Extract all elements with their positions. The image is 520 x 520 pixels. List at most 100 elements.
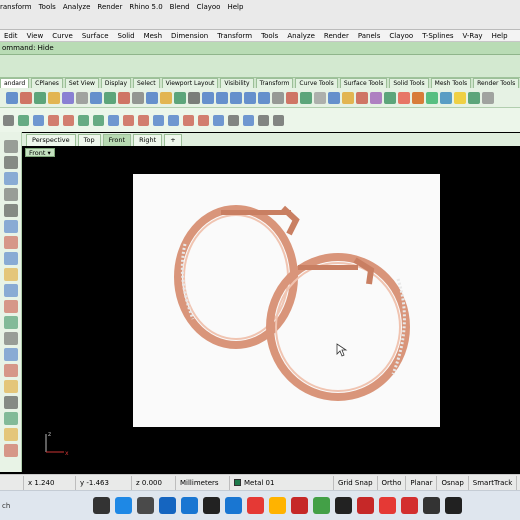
taskbar-search[interactable]: ch bbox=[0, 502, 90, 510]
status-toggle[interactable]: Ortho bbox=[378, 475, 407, 490]
toolbar-tool-icon[interactable] bbox=[342, 91, 354, 104]
taskbar-app-icon[interactable] bbox=[246, 497, 264, 514]
top-menu-item[interactable]: Clayoo bbox=[197, 3, 221, 11]
toolbar-tool-icon[interactable] bbox=[160, 91, 172, 104]
viewport-tab[interactable]: Perspective bbox=[26, 134, 76, 146]
left-tool-icon[interactable] bbox=[4, 220, 18, 233]
transform-tool-icon[interactable] bbox=[243, 114, 254, 126]
toolbar-tool-icon[interactable] bbox=[454, 91, 466, 104]
toolbar-tool-icon[interactable] bbox=[468, 91, 480, 104]
toolbar-tab[interactable]: Curve Tools bbox=[295, 78, 338, 88]
viewport-tab[interactable]: Right bbox=[133, 134, 163, 146]
taskbar-app-icon[interactable] bbox=[334, 497, 352, 514]
top-menu-item[interactable]: Analyze bbox=[63, 3, 91, 11]
taskbar-app-icon[interactable] bbox=[290, 497, 308, 514]
toolbar-tool-icon[interactable] bbox=[482, 91, 494, 104]
transform-tool-icon[interactable] bbox=[138, 114, 149, 126]
left-tool-icon[interactable] bbox=[4, 204, 18, 217]
add-viewport-tab[interactable]: + bbox=[164, 134, 182, 146]
toolbar-tool-icon[interactable] bbox=[272, 91, 284, 104]
toolbar-tool-icon[interactable] bbox=[216, 91, 228, 104]
toolbar-tool-icon[interactable] bbox=[104, 91, 116, 104]
toolbar-tool-icon[interactable] bbox=[48, 91, 60, 104]
toolbar-tab[interactable]: Mesh Tools bbox=[430, 78, 472, 88]
transform-tool-icon[interactable] bbox=[78, 114, 89, 126]
toolbar-tool-icon[interactable] bbox=[244, 91, 256, 104]
taskbar-app-icon[interactable] bbox=[268, 497, 286, 514]
main-menu-item[interactable]: T-Splines bbox=[422, 30, 453, 41]
toolbar-tab[interactable]: Surface Tools bbox=[339, 78, 388, 88]
main-menu-item[interactable]: Edit bbox=[4, 30, 18, 41]
left-tool-icon[interactable] bbox=[4, 188, 18, 201]
main-menu-item[interactable]: Render bbox=[324, 30, 349, 41]
toolbar-tab[interactable]: Transform bbox=[255, 78, 294, 88]
transform-tool-icon[interactable] bbox=[108, 114, 119, 126]
taskbar-app-icon[interactable] bbox=[444, 497, 462, 514]
main-menu-item[interactable]: Dimension bbox=[171, 30, 208, 41]
toolbar-tab[interactable]: Select bbox=[133, 78, 160, 88]
transform-tool-icon[interactable] bbox=[63, 114, 74, 126]
toolbar-tool-icon[interactable] bbox=[76, 91, 88, 104]
main-menu-item[interactable]: Solid bbox=[118, 30, 135, 41]
left-tool-icon[interactable] bbox=[4, 412, 18, 425]
toolbar-tool-icon[interactable] bbox=[202, 91, 214, 104]
transform-tool-icon[interactable] bbox=[48, 114, 59, 126]
taskbar-app-icon[interactable] bbox=[400, 497, 418, 514]
status-toggle[interactable]: Osnap bbox=[437, 475, 469, 490]
left-tool-icon[interactable] bbox=[4, 396, 18, 409]
main-menu-item[interactable]: Curve bbox=[52, 30, 73, 41]
left-tool-icon[interactable] bbox=[4, 284, 18, 297]
toolbar-tool-icon[interactable] bbox=[118, 91, 130, 104]
status-toggle[interactable]: SmartTrack bbox=[469, 475, 518, 490]
taskbar-app-icon[interactable] bbox=[158, 497, 176, 514]
main-menu-item[interactable]: Panels bbox=[358, 30, 381, 41]
transform-tool-icon[interactable] bbox=[228, 114, 239, 126]
transform-tool-icon[interactable] bbox=[273, 114, 284, 126]
toolbar-tab[interactable]: Render Tools bbox=[473, 78, 520, 88]
status-toggle[interactable]: Planar bbox=[406, 475, 438, 490]
top-menu-item[interactable]: ransform bbox=[0, 3, 32, 11]
toolbar-tool-icon[interactable] bbox=[62, 91, 74, 104]
status-layer[interactable]: Metal 01 bbox=[230, 475, 334, 490]
left-tool-icon[interactable] bbox=[4, 140, 18, 153]
main-menu-item[interactable]: Surface bbox=[82, 30, 109, 41]
toolbar-tool-icon[interactable] bbox=[384, 91, 396, 104]
viewport-title[interactable]: Front ▾ bbox=[25, 148, 55, 157]
toolbar-tool-icon[interactable] bbox=[398, 91, 410, 104]
taskbar-app-icon[interactable] bbox=[180, 497, 198, 514]
transform-tool-icon[interactable] bbox=[213, 114, 224, 126]
taskbar-app-icon[interactable] bbox=[136, 497, 154, 514]
left-tool-icon[interactable] bbox=[4, 268, 18, 281]
top-menu-item[interactable]: Rhino 5.0 bbox=[129, 3, 162, 11]
transform-tool-icon[interactable] bbox=[33, 114, 44, 126]
taskbar-app-icon[interactable] bbox=[378, 497, 396, 514]
transform-tool-icon[interactable] bbox=[198, 114, 209, 126]
left-tool-icon[interactable] bbox=[4, 332, 18, 345]
transform-tool-icon[interactable] bbox=[258, 114, 269, 126]
toolbar-tool-icon[interactable] bbox=[314, 91, 326, 104]
taskbar-app-icon[interactable] bbox=[92, 497, 110, 514]
top-menu-item[interactable]: Help bbox=[227, 3, 243, 11]
toolbar-tool-icon[interactable] bbox=[412, 91, 424, 104]
taskbar-app-icon[interactable] bbox=[356, 497, 374, 514]
toolbar-tool-icon[interactable] bbox=[6, 91, 18, 104]
taskbar-app-icon[interactable] bbox=[202, 497, 220, 514]
toolbar-tab[interactable]: Visibility bbox=[220, 78, 254, 88]
left-tool-icon[interactable] bbox=[4, 380, 18, 393]
taskbar-app-icon[interactable] bbox=[224, 497, 242, 514]
viewport-tab[interactable]: Front bbox=[102, 134, 132, 146]
transform-tool-icon[interactable] bbox=[123, 114, 134, 126]
main-menu-item[interactable]: Mesh bbox=[144, 30, 162, 41]
top-menu-item[interactable]: Render bbox=[97, 3, 122, 11]
main-menu-item[interactable]: Transform bbox=[217, 30, 252, 41]
main-menu-item[interactable]: Clayoo bbox=[389, 30, 413, 41]
toolbar-tab[interactable]: CPlanes bbox=[31, 78, 63, 88]
toolbar-tool-icon[interactable] bbox=[328, 91, 340, 104]
top-menu-item[interactable]: Tools bbox=[39, 3, 56, 11]
toolbar-tool-icon[interactable] bbox=[258, 91, 270, 104]
transform-tool-icon[interactable] bbox=[183, 114, 194, 126]
left-tool-icon[interactable] bbox=[4, 172, 18, 185]
taskbar-app-icon[interactable] bbox=[422, 497, 440, 514]
left-tool-icon[interactable] bbox=[4, 428, 18, 441]
toolbar-tool-icon[interactable] bbox=[440, 91, 452, 104]
